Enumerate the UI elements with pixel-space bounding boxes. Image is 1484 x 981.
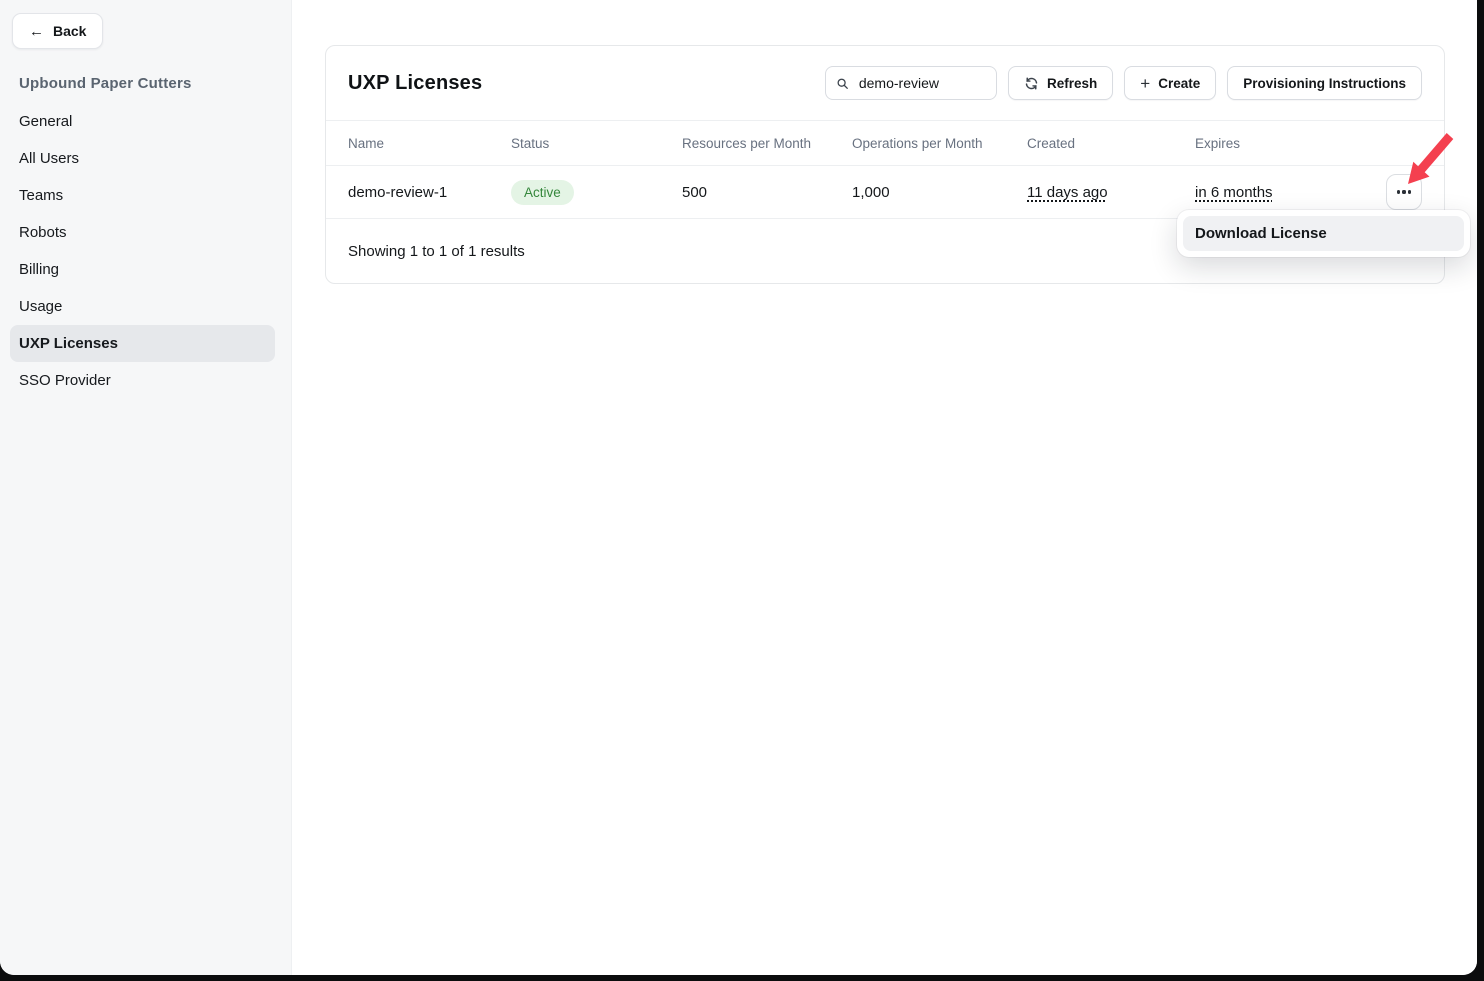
sidebar-item-teams[interactable]: Teams (0, 177, 291, 214)
org-title: Upbound Paper Cutters (19, 75, 192, 92)
expires-value: in 6 months (1195, 184, 1273, 201)
page-title: UXP Licenses (348, 72, 482, 95)
provisioning-instructions-label: Provisioning Instructions (1243, 76, 1406, 91)
sidebar-item-general[interactable]: General (0, 103, 291, 140)
back-button-label: Back (53, 23, 86, 39)
provisioning-instructions-button[interactable]: Provisioning Instructions (1227, 66, 1422, 100)
sidebar-item-all-users[interactable]: All Users (0, 140, 291, 177)
table-header: Name Status Resources per Month Operatio… (326, 121, 1444, 166)
create-button[interactable]: + Create (1124, 66, 1216, 100)
resources-value: 500 (682, 184, 852, 201)
refresh-icon (1024, 76, 1039, 91)
toolbar: Refresh + Create Provisioning Instructio… (825, 66, 1422, 100)
search-icon (836, 76, 849, 91)
sidebar-item-robots[interactable]: Robots (0, 214, 291, 251)
app-window: ← Back Upbound Paper Cutters General All… (0, 0, 1477, 975)
back-arrow-icon: ← (29, 24, 44, 39)
refresh-button[interactable]: Refresh (1008, 66, 1113, 100)
sidebar-item-billing[interactable]: Billing (0, 251, 291, 288)
search-box[interactable] (825, 66, 997, 100)
operations-value: 1,000 (852, 184, 1027, 201)
settings-sidebar: ← Back Upbound Paper Cutters General All… (0, 0, 292, 975)
ellipsis-icon (1397, 190, 1400, 193)
back-button[interactable]: ← Back (12, 13, 103, 49)
plus-icon: + (1140, 75, 1150, 92)
create-button-label: Create (1158, 76, 1200, 91)
column-header-created: Created (1027, 136, 1195, 151)
license-name: demo-review-1 (348, 184, 511, 201)
row-actions-button[interactable] (1386, 174, 1422, 210)
column-header-resources: Resources per Month (682, 136, 852, 151)
menu-item-download-license[interactable]: Download License (1183, 216, 1464, 251)
sidebar-item-uxp-licenses[interactable]: UXP Licenses (10, 325, 275, 362)
created-value: 11 days ago (1027, 184, 1108, 201)
column-header-operations: Operations per Month (852, 136, 1027, 151)
column-header-status: Status (511, 136, 682, 151)
status-badge: Active (511, 180, 574, 205)
search-input[interactable] (857, 74, 986, 92)
main-content: UXP Licenses Refresh (292, 0, 1477, 975)
column-header-expires: Expires (1195, 136, 1386, 151)
row-actions-menu: Download License (1177, 210, 1470, 257)
sidebar-nav: General All Users Teams Robots Billing U… (0, 103, 291, 399)
sidebar-item-usage[interactable]: Usage (0, 288, 291, 325)
column-header-name: Name (348, 136, 511, 151)
card-header: UXP Licenses Refresh (326, 46, 1444, 121)
refresh-button-label: Refresh (1047, 76, 1097, 91)
sidebar-item-sso-provider[interactable]: SSO Provider (0, 362, 291, 399)
